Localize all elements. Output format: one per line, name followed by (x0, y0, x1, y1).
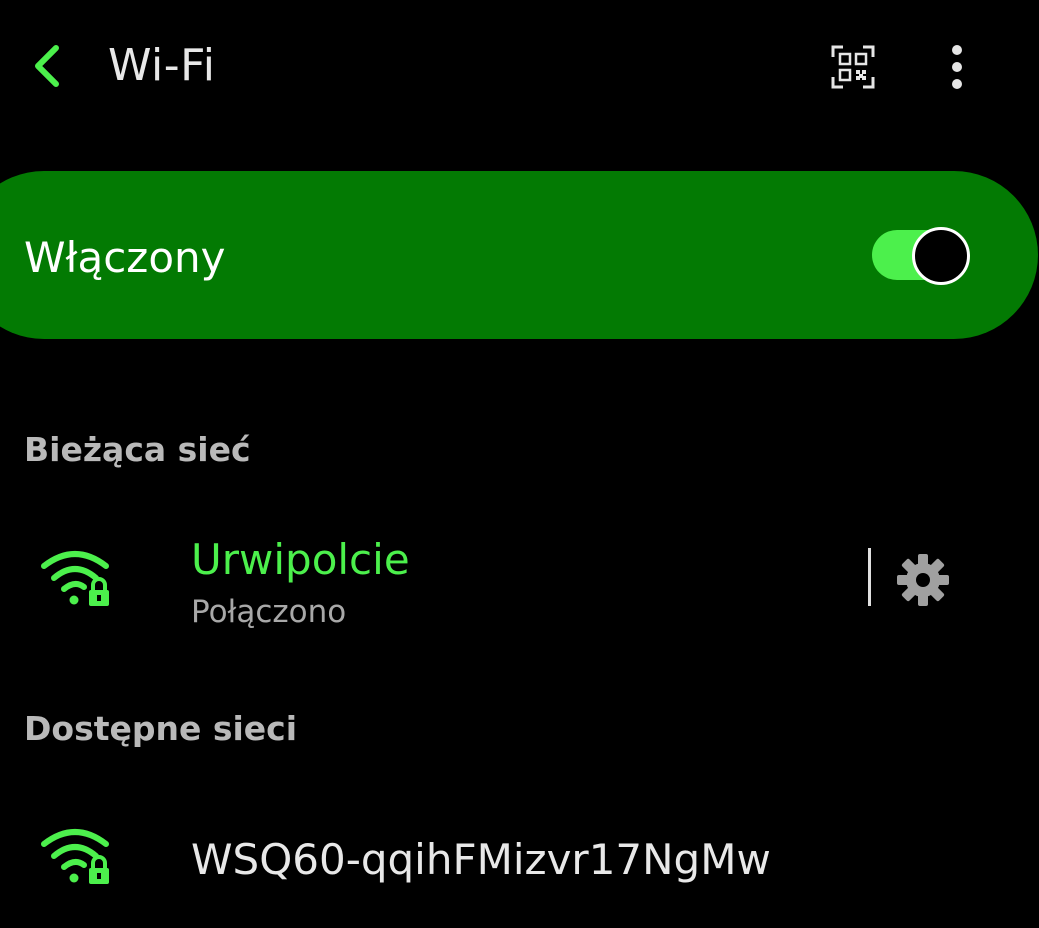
chevron-left-icon (35, 45, 59, 87)
current-network-name: Urwipolcie (191, 535, 410, 584)
wifi-toggle-switch[interactable] (872, 227, 970, 285)
wifi-master-toggle-label: Włączony (24, 233, 226, 282)
more-vertical-icon (952, 45, 962, 89)
current-network-row[interactable]: Urwipolcie Połączono (0, 520, 1039, 650)
wifi-settings-screen: Wi-Fi Włączony Bieżąca sieć Urwipolcie P… (0, 0, 1039, 928)
current-network-status: Połączono (191, 594, 347, 630)
wifi-lock-icon (41, 551, 109, 606)
vertical-divider (868, 548, 871, 606)
qr-code-scan-icon (831, 45, 875, 89)
section-header-available-networks: Dostępne sieci (24, 709, 298, 748)
available-network-row[interactable]: WSQ60-qqihFMizvr17NgMw (0, 800, 1039, 920)
wifi-lock-icon (41, 829, 109, 884)
more-options-button[interactable] (930, 40, 984, 94)
qr-code-button[interactable] (826, 40, 880, 94)
gear-icon (897, 554, 949, 606)
section-header-current-network: Bieżąca sieć (24, 430, 251, 469)
network-settings-button[interactable] (888, 545, 958, 615)
page-title: Wi-Fi (108, 40, 216, 91)
available-network-name: WSQ60-qqihFMizvr17NgMw (191, 835, 771, 884)
switch-thumb (912, 227, 970, 285)
back-button[interactable] (18, 38, 74, 94)
